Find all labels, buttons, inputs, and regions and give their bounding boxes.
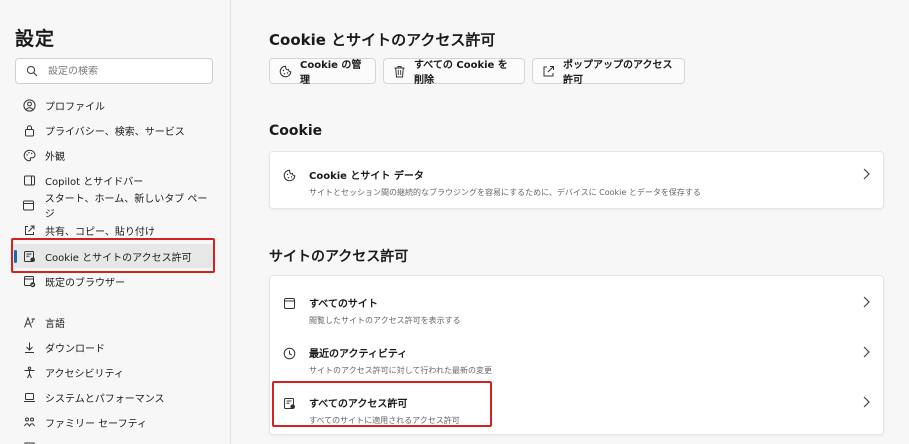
laptop-icon <box>22 390 36 404</box>
row-subtitle: すべてのサイトに適用されるアクセス許可 <box>309 416 460 425</box>
clock-icon <box>283 345 297 360</box>
all-permissions-row[interactable]: すべてのアクセス許可 すべてのサイトに適用されるアクセス許可 <box>270 382 885 432</box>
page-title: Cookie とサイトのアクセス許可 <box>269 31 496 49</box>
chevron-right-icon <box>861 344 871 358</box>
settings-search-input[interactable] <box>48 65 198 77</box>
chevron-right-icon <box>861 394 871 408</box>
download-icon <box>22 340 36 354</box>
default-browser-icon <box>22 274 36 288</box>
sidebar-item-default-browser[interactable]: 既定のブラウザー <box>12 269 214 293</box>
sidebar-item-profiles[interactable]: プロファイル <box>12 93 214 117</box>
sidebar-item-start-home[interactable]: スタート、ホーム、新しいタブ ページ <box>12 193 214 220</box>
sidebar-item-label: 言語 <box>45 318 65 330</box>
language-icon <box>22 315 36 329</box>
delete-all-cookies-label: すべての Cookie を削除 <box>414 60 508 86</box>
sidebar-item-label: ダウンロード <box>45 343 105 355</box>
sidebar-item-label: Cookie とサイトのアクセス許可 <box>45 252 192 264</box>
chevron-right-icon <box>861 166 871 180</box>
sidebar-item-label: プライバシー、検索、サービス <box>45 126 185 138</box>
sidebar-item-label: スタート、ホーム、新しいタブ ページ <box>44 194 208 220</box>
cookie-card: Cookie とサイト データ サイトとセッション間の継続的なブラウジングを容易… <box>269 151 884 209</box>
extensions-icon <box>22 440 36 444</box>
sidebar-item-label: Copilot とサイドバー <box>45 176 144 188</box>
sidebar-item-privacy[interactable]: プライバシー、検索、サービス <box>12 118 214 142</box>
sidebar-item-label: プロファイル <box>45 101 105 113</box>
sidebar-item-downloads[interactable]: ダウンロード <box>12 335 214 359</box>
cookie-icon <box>279 65 292 78</box>
sidebar-item-copilot[interactable]: Copilot とサイドバー <box>12 168 214 192</box>
sidebar-item-label: 既定のブラウザー <box>45 277 125 289</box>
search-icon <box>26 65 38 77</box>
row-subtitle: サイトとセッション間の継続的なブラウジングを容易にするために、デバイスに Coo… <box>309 188 701 197</box>
sidebar-item-label: システムとパフォーマンス <box>45 393 165 405</box>
all-sites-row[interactable]: すべてのサイト 閲覧したサイトのアクセス許可を表示する <box>270 282 885 332</box>
family-icon <box>22 415 36 429</box>
site-permissions-icon <box>283 395 297 409</box>
cookie-icon <box>283 167 297 182</box>
sidebar-item-languages[interactable]: 言語 <box>12 310 214 334</box>
chevron-right-icon <box>861 294 871 308</box>
share-icon <box>22 223 36 237</box>
sidebar-item-cookies-permissions[interactable]: Cookie とサイトのアクセス許可 <box>12 244 214 268</box>
settings-sidebar: 設定 プロファイル プライバシー、検索、サービス 外観 Copilot とサイド… <box>0 0 231 444</box>
sidebar-item-label: ファミリー セーフティ <box>45 418 147 430</box>
palette-icon <box>22 148 36 162</box>
row-title: 最近のアクティビティ <box>309 349 408 360</box>
cookies-site-data-row[interactable]: Cookie とサイト データ サイトとセッション間の継続的なブラウジングを容易… <box>270 152 885 210</box>
sidebar-item-partial[interactable] <box>12 435 214 444</box>
accessibility-icon <box>22 365 36 379</box>
popup-permissions-label: ポップアップのアクセス許可 <box>563 60 673 86</box>
sidebar-panel-icon <box>22 173 36 187</box>
sidebar-item-label: 外観 <box>45 151 65 163</box>
manage-cookies-button[interactable]: Cookie の管理 <box>269 58 376 86</box>
permissions-section-heading: サイトのアクセス許可 <box>269 249 409 265</box>
row-subtitle: サイトのアクセス許可に対して行われた最新の変更 <box>309 366 492 375</box>
external-link-icon <box>542 65 555 78</box>
sidebar-title: 設定 <box>15 28 56 50</box>
home-tab-icon <box>22 198 36 212</box>
site-icon <box>283 295 297 309</box>
row-title: すべてのアクセス許可 <box>309 399 408 410</box>
manage-cookies-label: Cookie の管理 <box>300 60 362 86</box>
sidebar-item-accessibility[interactable]: アクセシビリティ <box>12 360 214 384</box>
sidebar-item-label: アクセシビリティ <box>45 368 124 380</box>
permissions-card: すべてのサイト 閲覧したサイトのアクセス許可を表示する 最近のアクティビティ サ… <box>269 275 884 435</box>
profile-icon <box>22 98 36 112</box>
settings-search-box[interactable] <box>15 58 213 84</box>
sidebar-item-appearance[interactable]: 外観 <box>12 143 214 167</box>
trash-icon <box>393 65 406 78</box>
sidebar-item-system-performance[interactable]: システムとパフォーマンス <box>12 385 214 409</box>
row-title: Cookie とサイト データ <box>309 171 424 182</box>
cookie-section-heading: Cookie <box>269 123 323 139</box>
recent-activity-row[interactable]: 最近のアクティビティ サイトのアクセス許可に対して行われた最新の変更 <box>270 332 885 382</box>
row-subtitle: 閲覧したサイトのアクセス許可を表示する <box>309 316 461 325</box>
sidebar-item-share-copy-paste[interactable]: 共有、コピー、貼り付け <box>12 218 214 242</box>
row-title: すべてのサイト <box>309 299 378 310</box>
site-permissions-icon <box>22 249 36 263</box>
delete-all-cookies-button[interactable]: すべての Cookie を削除 <box>383 58 525 86</box>
lock-icon <box>22 123 36 137</box>
popup-permissions-button[interactable]: ポップアップのアクセス許可 <box>532 58 685 86</box>
sidebar-item-family-safety[interactable]: ファミリー セーフティ <box>12 410 214 434</box>
sidebar-item-label: 共有、コピー、貼り付け <box>45 226 155 238</box>
